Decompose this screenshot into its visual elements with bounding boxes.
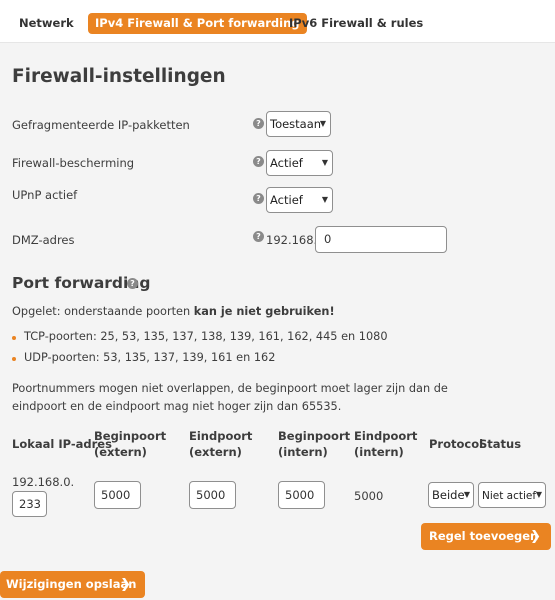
fragmented-value: Toestaan (270, 117, 322, 131)
dmz-input[interactable]: 0 (315, 226, 447, 253)
row-end-ext-input[interactable]: 5000 (189, 481, 236, 509)
row-status-select[interactable]: Niet actief ▼ (478, 482, 546, 508)
dmz-label: DMZ-adres (12, 233, 75, 247)
upnp-select[interactable]: Actief ▼ (266, 187, 333, 213)
col-start-int: Beginpoort (intern) (278, 429, 351, 459)
chevron-down-icon: ▼ (321, 195, 328, 204)
tab-ipv6-firewall[interactable]: IPv6 Firewall & rules (289, 13, 423, 34)
row-ip-suffix-input[interactable]: 233 (12, 491, 47, 517)
help-icon[interactable]: ? (253, 156, 264, 167)
help-icon[interactable]: ? (253, 231, 264, 242)
row-status-value: Niet actief (482, 490, 537, 502)
tcp-ports: TCP-poorten: 25, 53, 135, 137, 138, 139,… (24, 330, 388, 343)
help-icon[interactable]: ? (127, 278, 138, 289)
tab-ipv4-firewall[interactable]: IPv4 Firewall & Port forwarding (88, 13, 307, 34)
chevron-down-icon: ▼ (319, 119, 326, 128)
chevron-down-icon: ▼ (321, 158, 328, 167)
col-end-int: Eindpoort (intern) (354, 429, 418, 459)
bullet (12, 336, 16, 340)
chevron-down-icon: ▼ (535, 490, 542, 499)
row-protocol-select[interactable]: Beide ▼ (428, 482, 474, 508)
save-changes-label: Wijzigingen opslaan (6, 577, 137, 591)
tab-netwerk[interactable]: Netwerk (19, 13, 74, 34)
row-ip-prefix: 192.168.0. (12, 475, 75, 489)
help-icon[interactable]: ? (253, 118, 264, 129)
protection-select[interactable]: Actief ▼ (266, 150, 333, 176)
col-status: Status (479, 437, 522, 451)
row-end-int: 5000 (354, 489, 384, 503)
col-protocol: Protocol (429, 437, 484, 451)
fragmented-label: Gefragmenteerde IP-pakketten (12, 118, 190, 132)
upnp-value: Actief (270, 193, 303, 207)
tab-bar: Netwerk IPv4 Firewall & Port forwarding … (0, 0, 555, 43)
save-changes-button[interactable]: Wijzigingen opslaan ❯ (0, 571, 145, 598)
protection-value: Actief (270, 156, 303, 170)
help-icon[interactable]: ? (253, 193, 264, 204)
col-end-ext: Eindpoort (extern) (189, 429, 253, 459)
chevron-down-icon: ▼ (463, 490, 470, 499)
row-start-ext-input[interactable]: 5000 (94, 481, 141, 509)
udp-ports: UDP-poorten: 53, 135, 137, 139, 161 en 1… (24, 351, 276, 364)
add-rule-label: Regel toevoegen (429, 529, 539, 543)
port-info-line1: Poortnummers mogen niet overlappen, de b… (12, 382, 448, 395)
upnp-label: UPnP actief (12, 188, 78, 202)
firewall-title: Firewall-instellingen (12, 66, 226, 87)
chevron-right-icon: ❯ (530, 529, 541, 544)
port-warning: Opgelet: onderstaande poorten kan je nie… (12, 305, 335, 318)
bullet (12, 357, 16, 361)
protection-label: Firewall-bescherming (12, 156, 135, 170)
add-rule-button[interactable]: Regel toevoegen ❯ (421, 523, 551, 550)
fragmented-select[interactable]: Toestaan ▼ (266, 111, 331, 137)
port-info-line2: eindpoort en de eindpoort mag niet hoger… (12, 400, 342, 413)
row-protocol-value: Beide (432, 488, 465, 502)
row-start-int-input[interactable]: 5000 (278, 481, 325, 509)
chevron-right-icon: ❯ (120, 577, 131, 592)
col-start-ext: Beginpoort (extern) (94, 429, 167, 459)
